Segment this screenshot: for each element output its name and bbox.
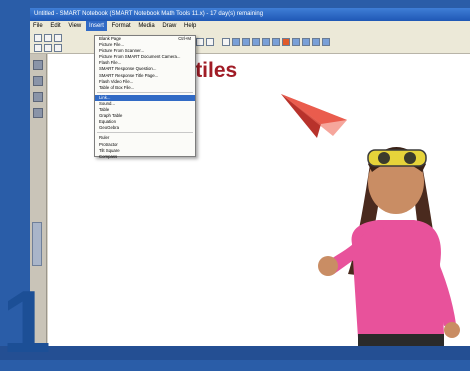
side-panel-toggle[interactable]	[32, 222, 42, 266]
table-icon[interactable]	[206, 38, 214, 46]
eraser-icon[interactable]	[252, 38, 260, 46]
bottom-border	[0, 346, 470, 360]
line-icon[interactable]	[262, 38, 270, 46]
menu-bar: File Edit View Insert Format Media Draw …	[30, 21, 470, 31]
forward-icon[interactable]	[44, 34, 52, 42]
pen-icon[interactable]	[232, 38, 240, 46]
step-number: 1	[2, 272, 51, 371]
menu-insert[interactable]: Insert	[85, 21, 107, 31]
menu-edit[interactable]: Edit	[47, 21, 63, 31]
fill-icon[interactable]	[282, 38, 290, 46]
delete-page-icon[interactable]	[34, 44, 42, 52]
insert-menu: Blank Page Ctrl+M Picture File... Picture…	[94, 35, 196, 160]
properties-tab-icon[interactable]	[33, 108, 43, 118]
document-camera-icon[interactable]	[196, 38, 204, 46]
add-page-icon[interactable]	[54, 34, 62, 42]
menu-item-geogebra[interactable]: GeoGebra	[95, 125, 195, 131]
open-icon[interactable]	[44, 44, 52, 52]
smart-notebook-window: Untitled - SMART Notebook (SMART Noteboo…	[30, 8, 470, 360]
select-icon[interactable]	[222, 38, 230, 46]
attachments-icon[interactable]	[33, 92, 43, 102]
menu-media[interactable]: Media	[135, 21, 157, 31]
shapes-icon[interactable]	[272, 38, 280, 46]
gallery-icon[interactable]	[33, 76, 43, 86]
page-sorter-icon[interactable]	[33, 60, 43, 70]
menu-item-box-file[interactable]: Table of Box File...	[95, 85, 195, 91]
magic-pen-icon[interactable]	[292, 38, 300, 46]
menu-view[interactable]: View	[65, 21, 84, 31]
window-title: Untitled - SMART Notebook (SMART Noteboo…	[30, 8, 470, 21]
menu-format[interactable]: Format	[109, 21, 134, 31]
menu-help[interactable]: Help	[181, 21, 199, 31]
menu-draw[interactable]: Draw	[159, 21, 179, 31]
girl-photo-image	[318, 147, 460, 360]
creative-pen-icon[interactable]	[242, 38, 250, 46]
properties-icon[interactable]	[312, 38, 320, 46]
menu-file[interactable]: File	[30, 21, 46, 31]
back-icon[interactable]	[34, 34, 42, 42]
menu-item-compass[interactable]: Compass	[95, 154, 195, 160]
more-tools-icon[interactable]	[322, 38, 330, 46]
text-icon[interactable]	[302, 38, 310, 46]
save-icon[interactable]	[54, 44, 62, 52]
